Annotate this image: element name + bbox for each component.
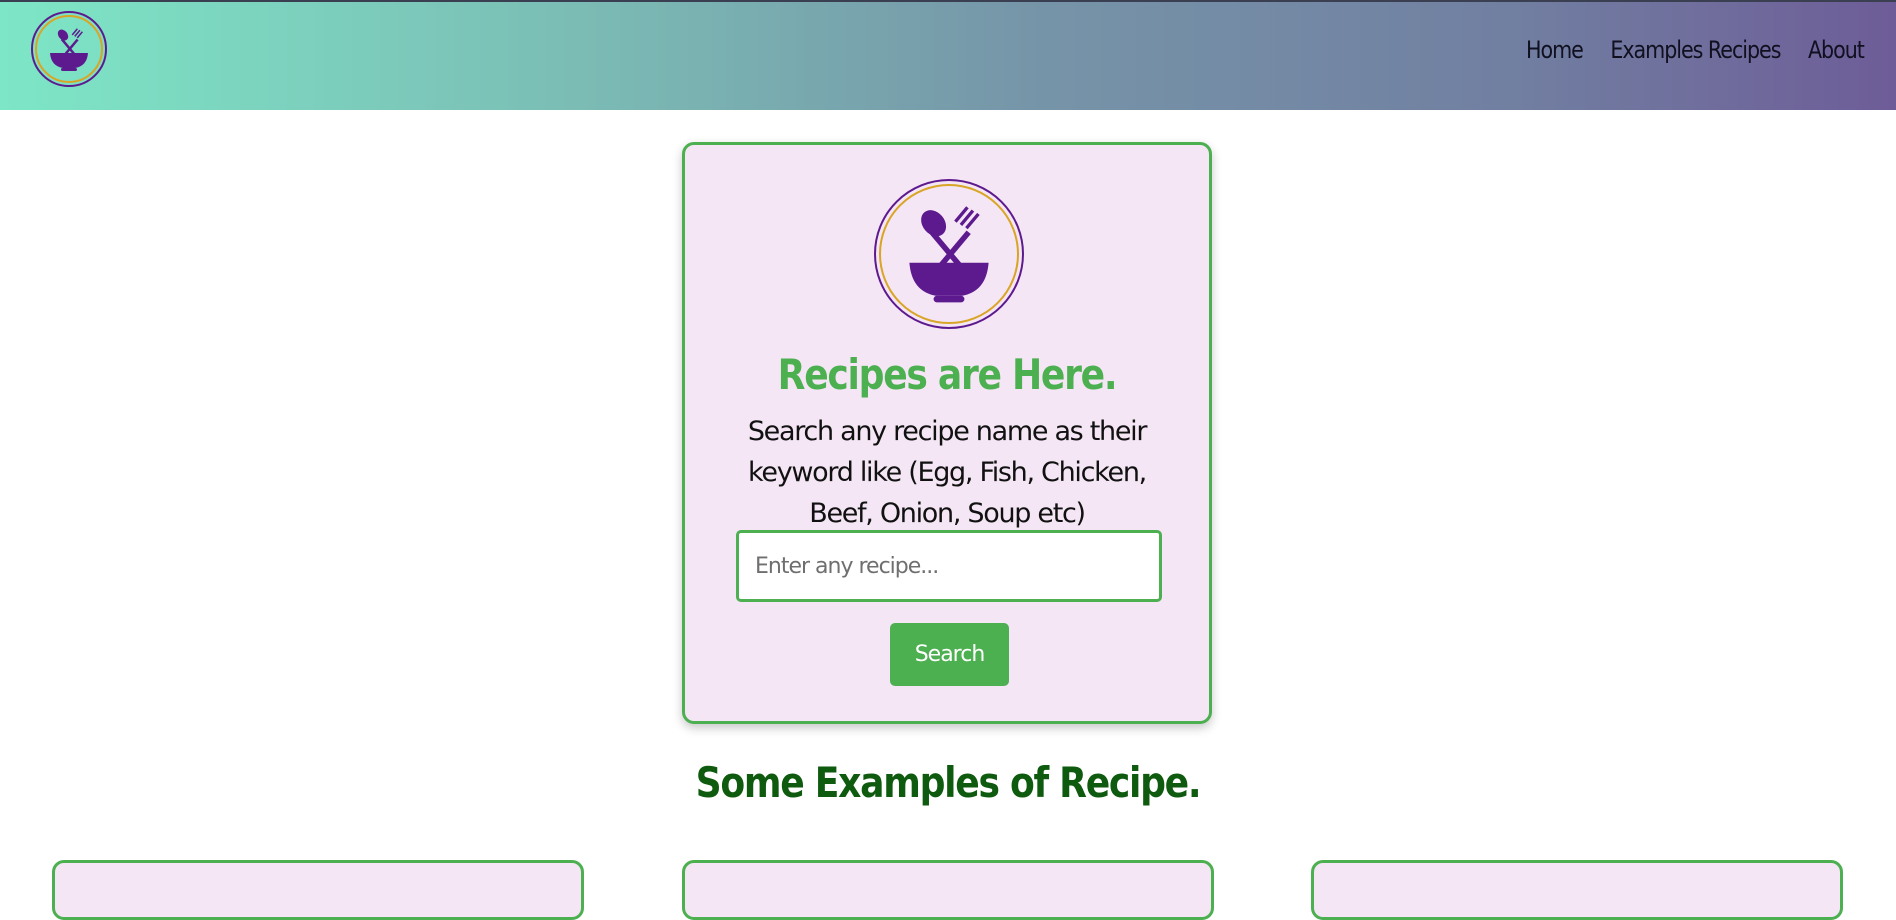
- hero-logo: [874, 179, 1024, 329]
- recipe-search-input[interactable]: [736, 530, 1162, 602]
- search-button[interactable]: Search: [890, 623, 1009, 686]
- example-recipe-card[interactable]: [1311, 860, 1843, 920]
- nav-links: Home Examples Recipes About: [1526, 36, 1865, 64]
- bowl-spoon-fork-icon: [909, 206, 989, 303]
- bowl-spoon-fork-icon: [50, 28, 88, 71]
- site-logo[interactable]: [31, 11, 107, 87]
- hero-title: Recipes are Here.: [777, 350, 1118, 399]
- nav-link-home[interactable]: Home: [1526, 36, 1584, 64]
- nav-link-about[interactable]: About: [1808, 36, 1865, 64]
- nav-link-examples-recipes[interactable]: Examples Recipes: [1611, 36, 1782, 64]
- top-navbar: Home Examples Recipes About: [0, 0, 1896, 110]
- example-recipe-card[interactable]: [682, 860, 1214, 920]
- example-recipe-card[interactable]: [52, 860, 584, 920]
- search-card: Recipes are Here. Search any recipe name…: [682, 142, 1212, 724]
- hero-description: Search any recipe name as their keyword …: [747, 416, 1148, 529]
- examples-section-title: Some Examples of Recipe.: [695, 758, 1202, 807]
